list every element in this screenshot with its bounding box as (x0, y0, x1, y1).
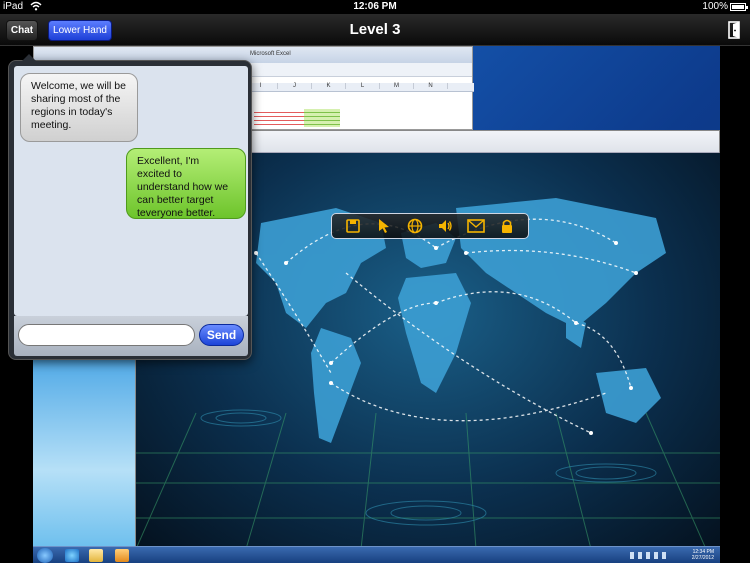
start-button-icon[interactable] (37, 548, 53, 563)
browser-icon[interactable] (65, 549, 79, 562)
battery-percentage: 100% (702, 1, 728, 12)
battery-icon (730, 3, 748, 11)
mail-icon[interactable] (465, 216, 487, 236)
excel-red-rows (254, 109, 304, 127)
pointer-icon[interactable] (373, 216, 395, 236)
folder-icon[interactable] (89, 549, 103, 562)
incoming-message-bubble: Welcome, we will be sharing most of the … (20, 73, 138, 142)
nav-bar: Chat Lower Hand Level 3 (0, 14, 750, 46)
excel-green-rows (304, 109, 340, 127)
lock-icon[interactable] (496, 216, 518, 236)
outgoing-message-bubble: Excellent, I'm excited to understand how… (126, 148, 246, 219)
chat-compose-bar: Send (14, 316, 248, 356)
chat-popover: Welcome, we will be sharing most of the … (8, 54, 252, 360)
popover-arrow (22, 54, 36, 61)
status-bar: iPad 12:06 PM 100% (0, 0, 750, 14)
app-icon[interactable] (115, 549, 129, 562)
send-button[interactable]: Send (199, 324, 244, 346)
page-title: Level 3 (349, 21, 401, 38)
desktop-wallpaper-strip (33, 356, 135, 546)
windows-taskbar: 12:34 PM 2/27/2012 (33, 546, 720, 563)
exit-door-icon[interactable] (728, 21, 742, 39)
presenter-toolbar (331, 213, 529, 239)
excel-column-headers: IJKLMN (244, 83, 474, 92)
speaker-icon[interactable] (434, 216, 456, 236)
save-icon[interactable] (342, 216, 364, 236)
chat-message-input[interactable] (18, 324, 195, 346)
chat-messages: Welcome, we will be sharing most of the … (14, 66, 248, 316)
taskbar-clock: 12:34 PM 2/27/2012 (691, 549, 714, 561)
system-tray (630, 552, 670, 559)
globe-icon[interactable] (404, 216, 426, 236)
status-time: 12:06 PM (353, 1, 397, 12)
